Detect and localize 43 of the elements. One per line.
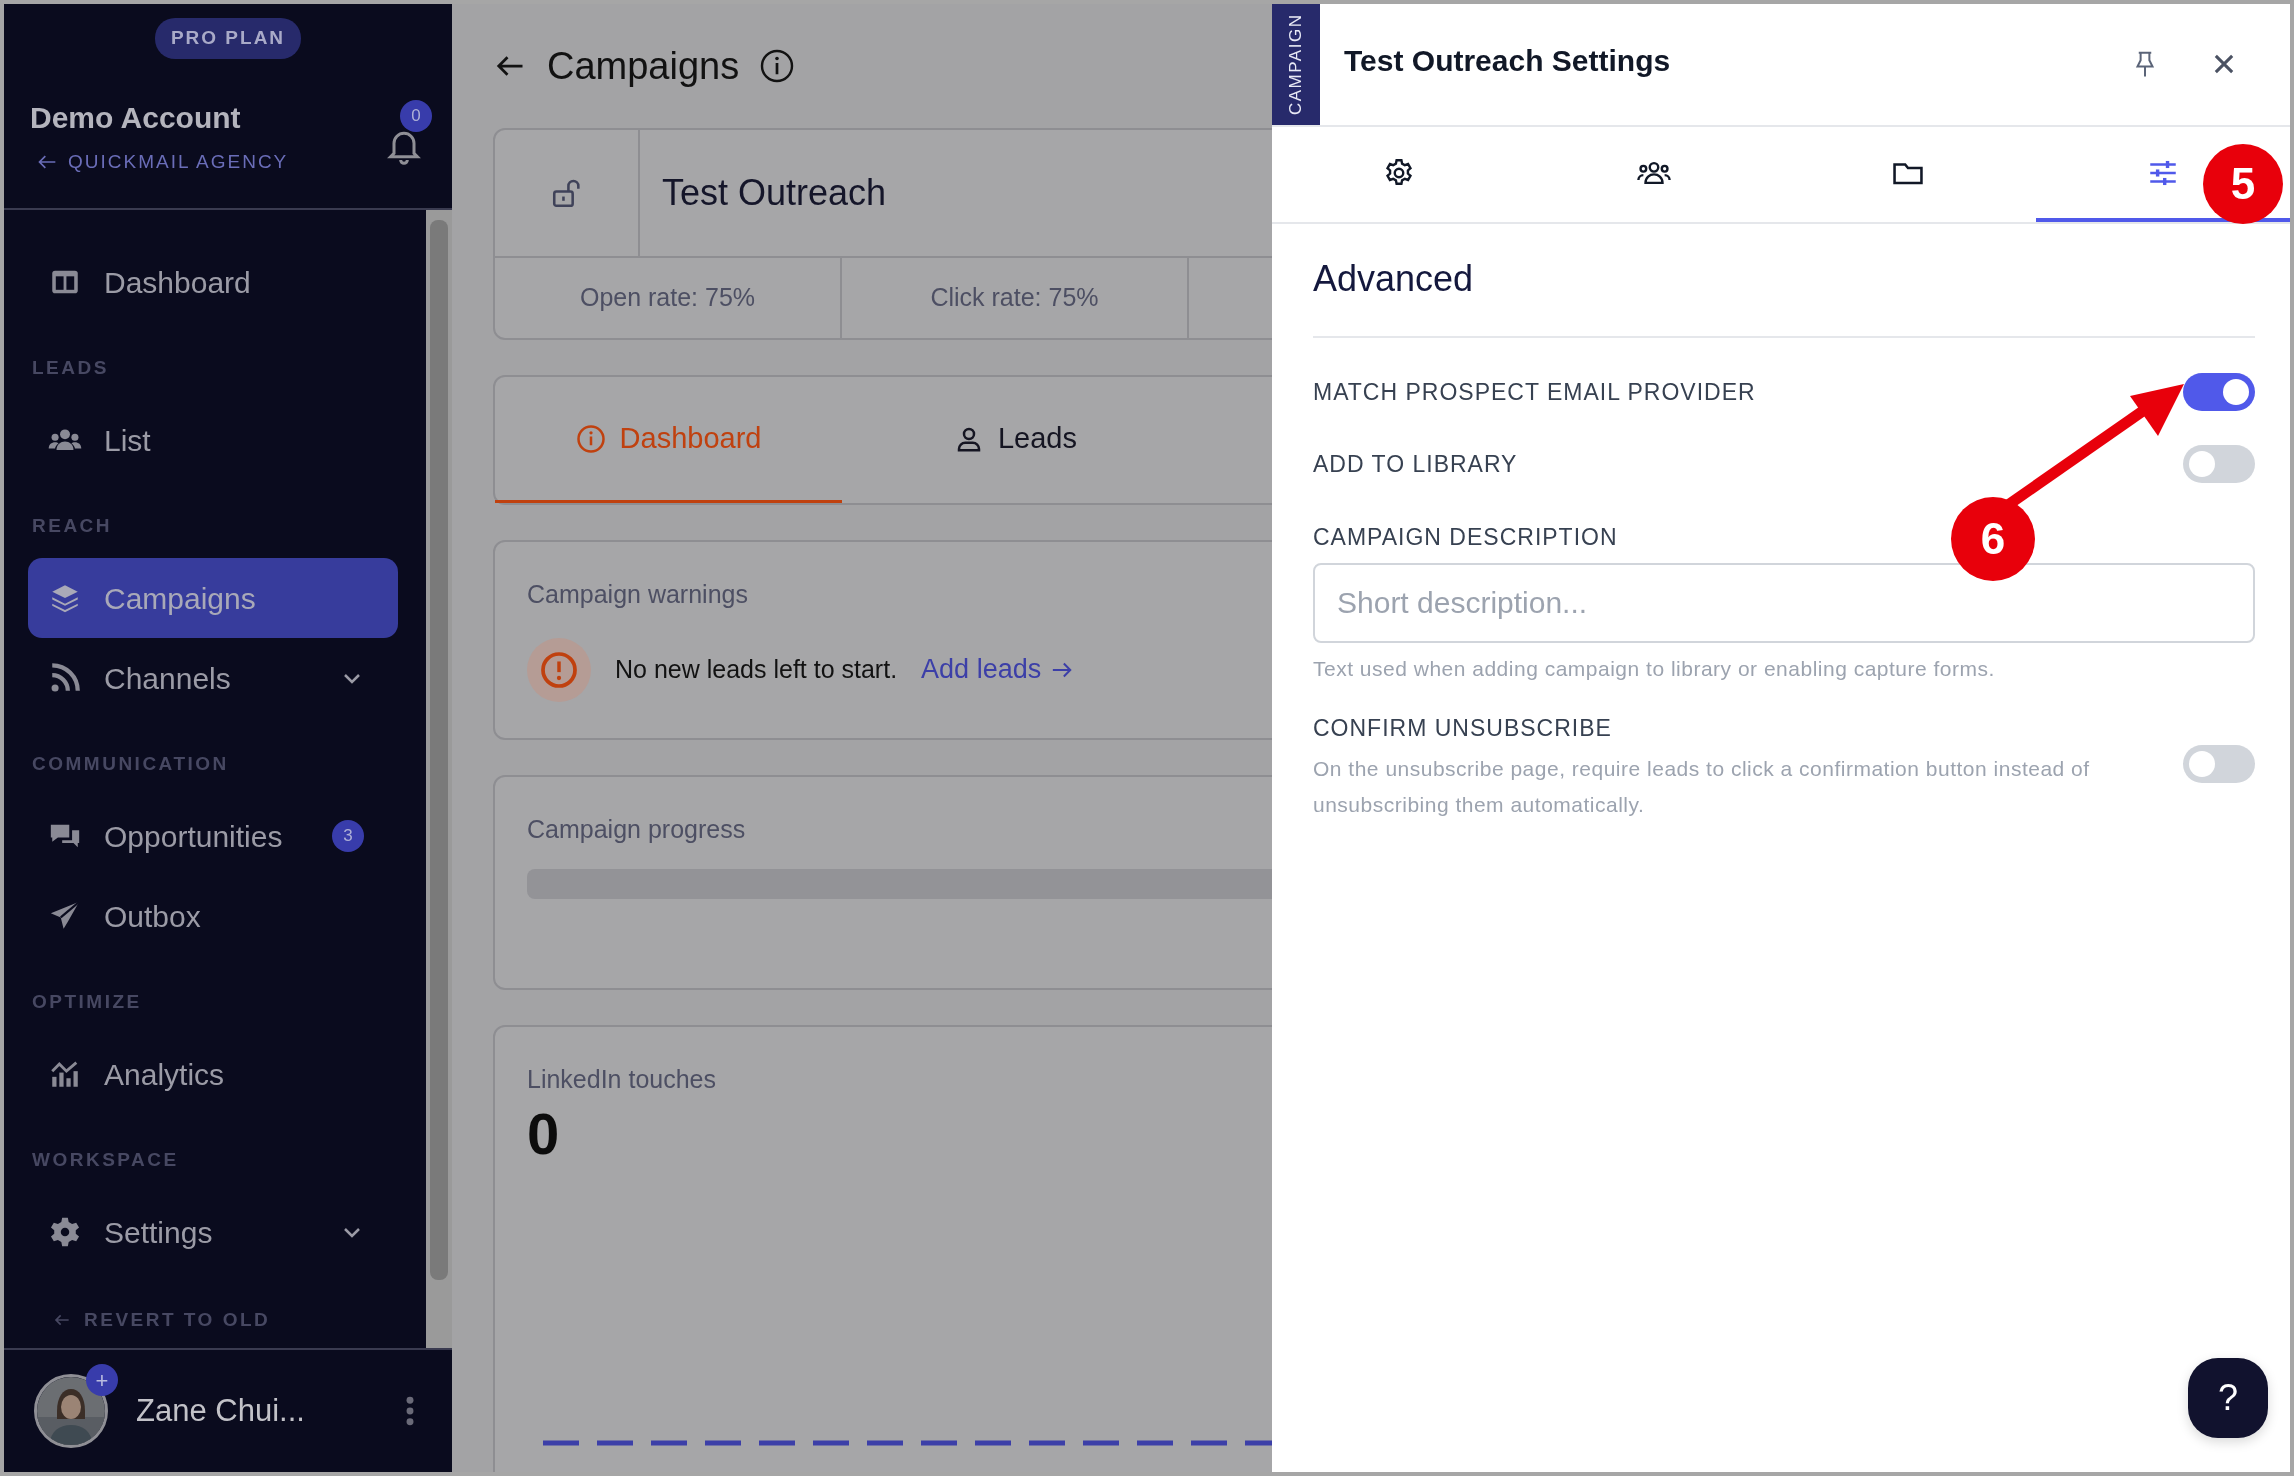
section-label: COMMUNICATION: [31, 752, 230, 776]
setting-label: ADD TO LIBRARY: [1313, 449, 1518, 479]
nav-item[interactable]: Settings: [28, 1192, 398, 1272]
page-title: Campaigns: [547, 43, 740, 89]
setting-label: CAMPAIGN DESCRIPTION: [1313, 523, 1618, 552]
nav-item[interactable]: Opportunities 3: [28, 796, 398, 876]
help-text: Text used when adding campaign to library or enabling capture forms.: [1313, 655, 1996, 682]
plan-badge: PRO PLAN: [154, 18, 302, 59]
side-tab[interactable]: CAMPAIGN: [1272, 4, 1320, 125]
tab[interactable]: Leads: [842, 377, 1189, 503]
stat-value: 0: [527, 1099, 561, 1168]
section-label: REACH: [31, 514, 114, 538]
nav-item[interactable]: Dashboard: [28, 242, 398, 322]
notification-count: 0: [400, 100, 432, 132]
setting-label: CONFIRM UNSUBSCRIBE: [1313, 713, 1612, 743]
help-button[interactable]: ?: [2188, 1358, 2268, 1438]
section-label: WORKSPACE: [31, 1148, 180, 1172]
card-title: Campaign progress: [527, 814, 747, 845]
section-label: LEADS: [31, 356, 110, 380]
card-title: Campaign warnings: [527, 579, 749, 610]
nav-item[interactable]: List: [28, 400, 398, 480]
count-badge: 3: [332, 820, 364, 852]
account-name: Demo Account: [30, 99, 241, 136]
stat-label: Open rate: 75%: [495, 258, 842, 338]
panel-title: Test Outreach Settings: [1343, 43, 1672, 79]
nav-item[interactable]: Channels: [28, 638, 398, 718]
agency-link[interactable]: QUICKMAIL AGENCY: [68, 147, 289, 176]
add-leads-link[interactable]: Add leads: [921, 649, 1076, 690]
stat-label: Click rate: 75%: [842, 258, 1189, 338]
setting-label: MATCH PROSPECT EMAIL PROVIDER: [1313, 377, 1756, 407]
nav-item[interactable]: Analytics: [28, 1034, 398, 1114]
user-name: Zane Chui...: [136, 1391, 305, 1430]
warning-message: No new leads left to start.: [615, 653, 898, 685]
step-marker: 5: [2203, 144, 2283, 224]
card-title: LinkedIn touches: [527, 1064, 718, 1095]
nav-item[interactable]: Campaigns: [28, 558, 398, 638]
add-badge[interactable]: +: [86, 1364, 118, 1396]
setting-description: On the unsubscribe page, require leads to click a confirmation button instead of unsubscribing them automatically.: [1313, 756, 2091, 818]
section-label: OPTIMIZE: [31, 990, 143, 1014]
description-field[interactable]: Short description...: [1313, 562, 2255, 643]
campaign-name: Test Outreach: [662, 171, 887, 215]
section-title: Advanced: [1313, 224, 2255, 338]
nav-item[interactable]: Outbox: [28, 876, 398, 956]
